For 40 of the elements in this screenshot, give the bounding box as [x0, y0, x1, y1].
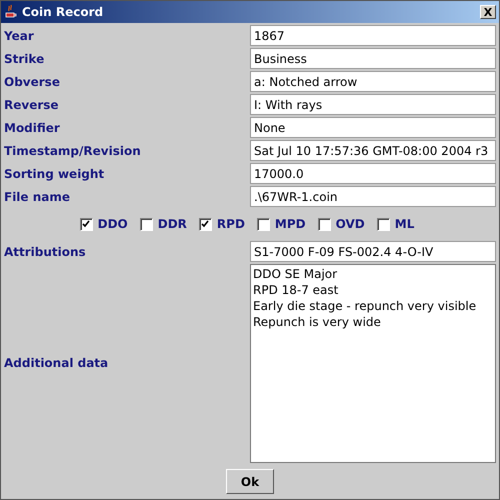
field-label: Modifier [4, 120, 61, 134]
field-label: Reverse [4, 98, 60, 112]
field-label: Additional data [4, 356, 110, 370]
cup-icon [4, 4, 18, 20]
input-field[interactable]: Sat Jul 10 17:57:36 GMT-08:00 2004 r3 [250, 140, 496, 161]
checkbox-label: DDR [158, 217, 187, 231]
close-button[interactable]: X [480, 5, 496, 19]
checkbox[interactable] [140, 218, 153, 230]
text-area[interactable]: DDO SE Major RPD 18-7 east Early die stage - repunch very visible Repunch is very wide [250, 264, 496, 463]
checkbox-label: RPD [216, 217, 245, 231]
input-field[interactable]: S1-7000 F-09 FS-002.4 4-O-IV [250, 241, 496, 262]
checkbox[interactable] [256, 218, 270, 230]
field-label: Attributions [4, 244, 87, 258]
field-label: Obverse [4, 74, 61, 88]
checkbox-label: ML [394, 217, 414, 231]
checkbox[interactable] [80, 218, 93, 230]
checkbox[interactable] [376, 218, 390, 230]
input-field[interactable]: 1867 [250, 25, 496, 46]
field-label: Timestamp/Revision [4, 144, 142, 158]
input-field[interactable]: .\67WR-1.coin [250, 186, 496, 207]
input-field[interactable]: a: Notched arrow [250, 71, 496, 92]
checkbox[interactable] [318, 218, 331, 230]
field-label: Year [4, 28, 35, 42]
input-field[interactable]: I: With rays [250, 94, 496, 115]
window-title: Coin Record [22, 5, 104, 19]
text-line: Early die stage - repunch very visible [253, 298, 478, 314]
checkbox-label: OVD [336, 217, 365, 231]
input-field[interactable]: None [250, 117, 496, 138]
checkbox[interactable] [198, 218, 212, 230]
ok-button[interactable]: Ok [226, 469, 274, 494]
checkbox-label: MPD [274, 217, 306, 231]
text-line: Repunch is very wide [253, 314, 382, 330]
input-field[interactable]: 17000.0 [250, 163, 496, 184]
checkbox-label: DDO [98, 217, 128, 231]
field-label: Sorting weight [4, 166, 106, 180]
text-line: DDO SE Major [253, 266, 338, 282]
input-field[interactable]: Business [250, 48, 496, 69]
text-line: RPD 18-7 east [253, 282, 340, 298]
field-label: File name [4, 190, 72, 204]
field-label: Strike [4, 52, 46, 66]
